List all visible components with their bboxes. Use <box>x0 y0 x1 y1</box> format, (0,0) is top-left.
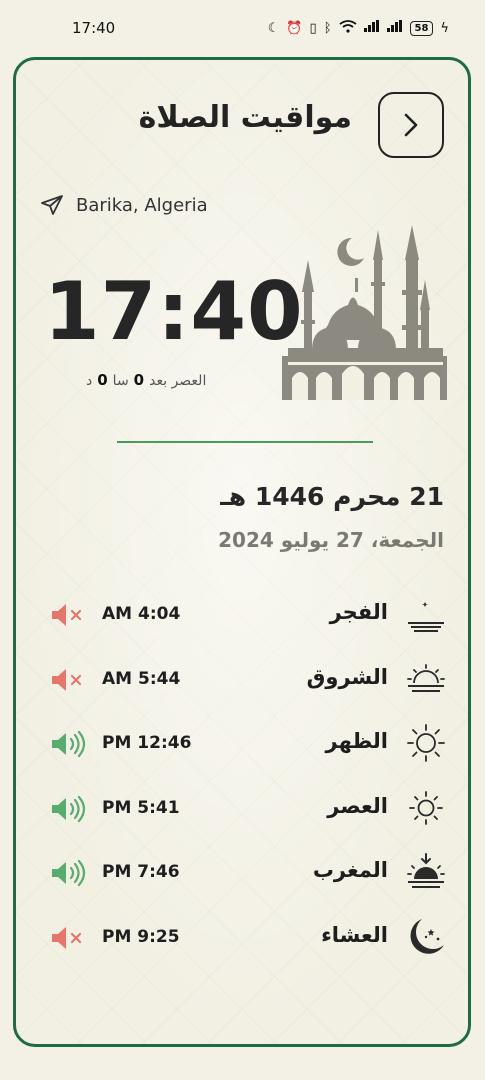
prayer-name: الفجر <box>329 600 388 624</box>
signal-icon-2 <box>386 20 403 36</box>
speaker-muted-icon <box>52 668 82 691</box>
speaker-muted-icon <box>52 926 82 949</box>
prayer-row-shuruq[interactable]: الشروق AM 5:44 <box>16 647 468 712</box>
speaker-on-icon <box>52 731 86 758</box>
gregorian-date: الجمعة، 27 يوليو 2024 <box>218 528 444 552</box>
wifi-icon <box>338 19 357 37</box>
location-text: Barika, Algeria <box>76 194 208 216</box>
prayer-name: الشروق <box>306 664 388 689</box>
header: مواقيت الصلاة <box>16 90 468 160</box>
status-bar: 17:40 ☾ ⏰ ▯ ᛒ 58 ϟ <box>0 0 485 56</box>
battery-icon: 58 <box>409 20 434 36</box>
page-title: مواقيت الصلاة <box>138 100 352 135</box>
status-time: 17:40 <box>72 19 116 37</box>
location[interactable]: Barika, Algeria <box>40 194 208 216</box>
prayer-name: العصر <box>327 793 388 818</box>
sun-icon <box>407 724 445 763</box>
prayer-time: PM 12:46 <box>102 733 192 754</box>
sound-toggle-asr[interactable] <box>48 794 86 824</box>
moon-icon: ☾ <box>267 20 280 36</box>
speaker-muted-icon <box>52 604 82 626</box>
countdown-minutes-unit: د <box>86 373 93 389</box>
hijri-date: 21 محرم 1446 هـ <box>220 482 444 511</box>
prayer-row-fajr[interactable]: الفجر AM 4:04 <box>16 582 468 647</box>
prayer-row-asr[interactable]: العصر PM 5:41 <box>16 776 468 841</box>
fajr-moon-icon <box>408 598 444 632</box>
prayer-name: الظهر <box>325 729 388 754</box>
countdown-hours-unit: سا <box>112 373 129 389</box>
current-time: 17:40 <box>44 265 304 358</box>
sound-toggle-fajr[interactable] <box>48 600 86 630</box>
charging-icon: ϟ <box>440 20 449 36</box>
prayer-time: PM 7:46 <box>102 862 180 883</box>
prayer-row-isha[interactable]: العشاء PM 9:25 <box>16 905 468 970</box>
sound-toggle-maghrib[interactable] <box>48 858 86 888</box>
alarm-icon: ⏰ <box>286 20 303 36</box>
mosque-illustration <box>282 225 447 400</box>
sound-toggle-dhuhr[interactable] <box>48 729 86 759</box>
sun-small-icon <box>409 790 443 825</box>
prayer-name: المغرب <box>312 858 388 883</box>
sunrise-icon <box>407 663 445 692</box>
countdown-hours: 0 <box>133 371 145 389</box>
bluetooth-icon: ᛒ <box>323 20 332 36</box>
vibrate-icon: ▯ <box>309 20 317 36</box>
prayer-time: AM 4:04 <box>102 604 181 624</box>
next-prayer-countdown: العصر بعد 0 سا 0 د <box>86 371 206 389</box>
back-button[interactable] <box>378 92 444 158</box>
prayer-times-card: مواقيت الصلاة Barika, Algeria 17:40 العص… <box>13 57 471 1047</box>
speaker-on-icon <box>52 860 86 887</box>
prayer-time: AM 5:44 <box>102 668 181 689</box>
prayer-row-dhuhr[interactable]: الظهر PM 12:46 <box>16 711 468 776</box>
signal-icon <box>363 20 380 36</box>
sunset-icon <box>407 853 445 889</box>
status-icons: ☾ ⏰ ▯ ᛒ 58 ϟ <box>267 19 449 37</box>
speaker-on-icon <box>52 795 86 822</box>
prayer-row-maghrib[interactable]: المغرب PM 7:46 <box>16 840 468 905</box>
navigation-arrow-icon <box>41 195 63 215</box>
sound-toggle-shuruq[interactable] <box>48 665 86 695</box>
countdown-label: العصر بعد <box>149 373 207 389</box>
prayer-name: العشاء <box>321 922 388 947</box>
sound-toggle-isha[interactable] <box>48 923 86 953</box>
prayer-list: الفجر AM 4:04 الشروق AM 5:44 الظهر PM 12… <box>16 582 468 970</box>
divider <box>117 441 373 443</box>
countdown-minutes: 0 <box>97 371 108 389</box>
crescent-stars-icon <box>410 918 444 954</box>
prayer-time: PM 5:41 <box>102 797 180 818</box>
prayer-time: PM 9:25 <box>102 926 180 947</box>
chevron-right-icon <box>404 113 418 137</box>
